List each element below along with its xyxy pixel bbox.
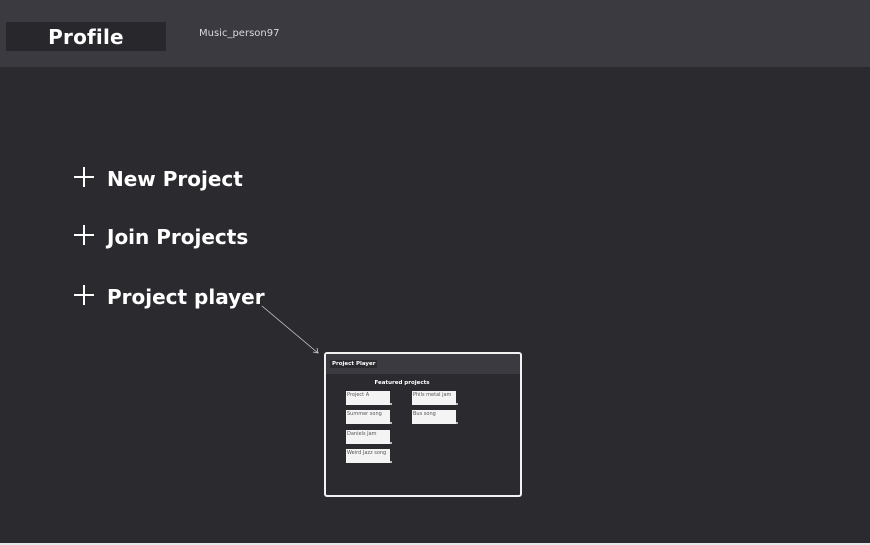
project-card[interactable]: Weird Jazz song <box>346 449 392 463</box>
plus-icon <box>74 167 94 187</box>
page-title: Profile <box>48 24 124 49</box>
project-card[interactable]: Project A <box>346 391 392 405</box>
project-card[interactable]: Phils metal jam <box>412 391 458 405</box>
top-bar: Profile Music_person97 <box>0 0 870 67</box>
join-projects-button[interactable]: Join Projects <box>74 223 248 251</box>
project-player-label: Project player <box>107 285 265 309</box>
project-card[interactable]: Daniels Jam <box>346 430 392 444</box>
project-card[interactable]: Summer song <box>346 410 392 424</box>
featured-projects-heading: Featured projects <box>374 380 430 386</box>
player-title-bar: Project Player <box>326 354 520 374</box>
project-card[interactable]: Bus song <box>412 410 458 424</box>
new-project-button[interactable]: New Project <box>74 165 243 193</box>
plus-icon <box>74 285 94 305</box>
plus-icon <box>74 225 94 245</box>
profile-title-box: Profile <box>6 22 166 51</box>
project-player-panel: Project Player Featured projects Project… <box>324 352 522 497</box>
username-label: Music_person97 <box>199 28 280 39</box>
new-project-label: New Project <box>107 167 243 191</box>
player-title: Project Player <box>330 360 378 368</box>
join-projects-label: Join Projects <box>107 225 249 249</box>
project-player-button[interactable]: Project player <box>74 283 265 311</box>
